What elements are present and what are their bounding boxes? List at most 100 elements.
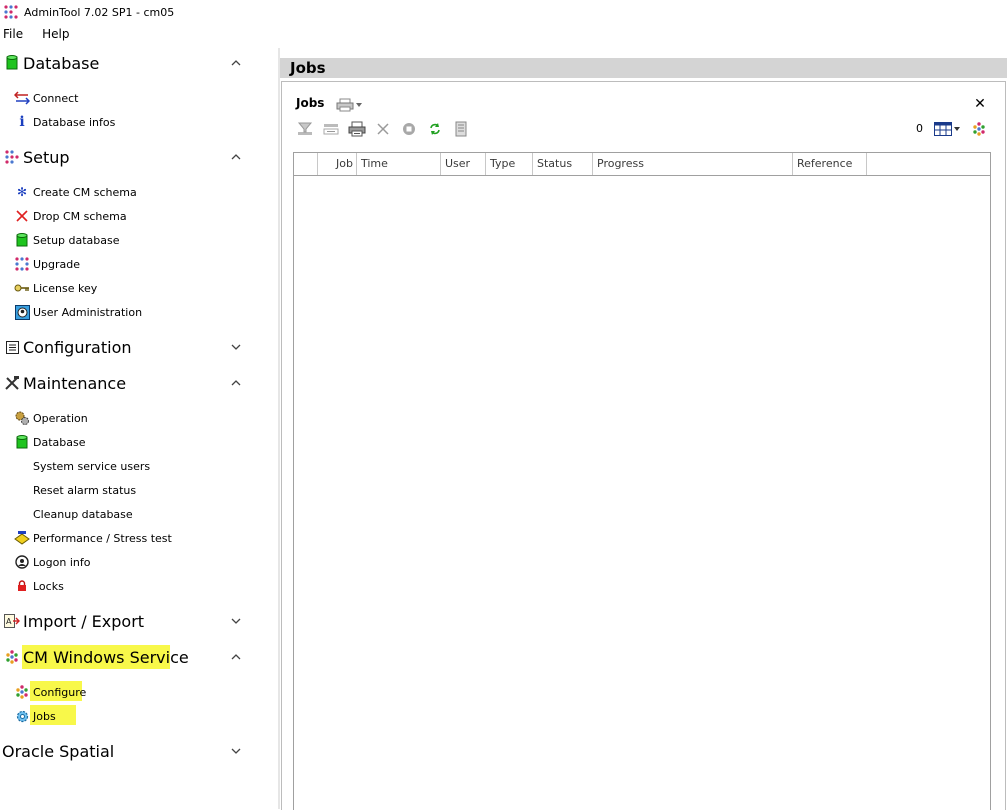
sidebar-item-reset-alarm-status[interactable]: Reset alarm status bbox=[14, 480, 136, 500]
window-title: AdminTool 7.02 SP1 - cm05 bbox=[24, 5, 175, 19]
jobs-table[interactable]: Job Time User Type Status Progress Refer… bbox=[293, 152, 991, 810]
sidebar-item-label: Locks bbox=[33, 579, 64, 593]
sidebar-item-label: Logon info bbox=[33, 555, 91, 569]
close-icon[interactable]: ✕ bbox=[973, 97, 987, 111]
sidebar-item-label: Setup database bbox=[33, 233, 120, 247]
column-header-type[interactable]: Type bbox=[486, 153, 533, 175]
blank-icon bbox=[14, 482, 30, 498]
sidebar-item-performance-stress-test[interactable]: Performance / Stress test bbox=[14, 528, 172, 548]
sidebar-item-label: Database infos bbox=[33, 115, 116, 129]
sidebar-item-connect[interactable]: Connect bbox=[14, 88, 78, 108]
configuration-list-icon bbox=[4, 339, 20, 355]
sidebar-item-license-key[interactable]: License key bbox=[14, 278, 97, 298]
sidebar-item-label: Performance / Stress test bbox=[33, 531, 172, 545]
database-cylinder-icon bbox=[14, 232, 30, 248]
sidebar-item-setup-database[interactable]: Setup database bbox=[14, 230, 120, 250]
sidebar-item-label: Reset alarm status bbox=[33, 483, 137, 497]
stop-icon bbox=[403, 123, 415, 135]
database-cylinder-icon bbox=[4, 55, 20, 71]
section-oracle-spatial[interactable]: Oracle Spatial bbox=[0, 739, 250, 763]
sidebar-item-label: User Administration bbox=[33, 305, 143, 319]
stop-button[interactable] bbox=[400, 120, 418, 138]
chevron-up-icon[interactable] bbox=[230, 57, 242, 69]
column-header-time[interactable]: Time bbox=[357, 153, 441, 175]
section-maintenance[interactable]: Maintenance bbox=[0, 371, 250, 395]
chevron-up-icon[interactable] bbox=[230, 651, 242, 663]
sidebar-item-cleanup-database[interactable]: Cleanup database bbox=[14, 504, 133, 524]
print-button[interactable] bbox=[348, 120, 366, 138]
chevron-up-icon[interactable] bbox=[230, 377, 242, 389]
column-header-reference[interactable]: Reference bbox=[793, 153, 867, 175]
gears-icon bbox=[14, 410, 30, 426]
dropdown-arrow-icon bbox=[356, 103, 362, 107]
column-header-job[interactable]: Job bbox=[318, 153, 357, 175]
red-x-icon bbox=[14, 208, 30, 224]
section-label: Database bbox=[23, 53, 100, 73]
sidebar-item-drop-cm-schema[interactable]: Drop CM schema bbox=[14, 206, 127, 226]
menu-file[interactable]: File bbox=[0, 27, 31, 41]
column-chooser-button[interactable] bbox=[934, 120, 962, 138]
connect-arrows-icon bbox=[14, 90, 30, 106]
details-icon bbox=[455, 121, 467, 137]
sidebar-item-user-administration[interactable]: User Administration bbox=[14, 302, 142, 322]
section-label: CM Windows Service bbox=[23, 647, 189, 667]
section-database[interactable]: Database bbox=[0, 51, 250, 75]
sidebar-item-label: System service users bbox=[33, 459, 151, 473]
table-header: Job Time User Type Status Progress Refer… bbox=[294, 153, 990, 176]
job-count: 0 bbox=[916, 122, 923, 135]
cpu-diamond-icon bbox=[14, 530, 30, 546]
sidebar-item-logon-info[interactable]: Logon info bbox=[14, 552, 90, 572]
chevron-down-icon[interactable] bbox=[230, 745, 242, 757]
database-cylinder-icon bbox=[14, 434, 30, 450]
refresh-icon bbox=[430, 123, 440, 135]
sidebar-item-configure[interactable]: Configure bbox=[14, 682, 86, 702]
jobs-title: Jobs bbox=[296, 96, 325, 110]
printer-icon bbox=[336, 98, 354, 112]
menu-help[interactable]: Help bbox=[31, 27, 77, 41]
cm-service-dots-icon bbox=[4, 649, 20, 665]
section-label: Oracle Spatial bbox=[2, 741, 115, 761]
section-label: Configuration bbox=[23, 337, 132, 357]
chevron-down-icon[interactable] bbox=[230, 341, 242, 353]
cm-service-dots-icon bbox=[973, 122, 985, 136]
column-header-status[interactable]: Status bbox=[533, 153, 593, 175]
section-cm-windows-service[interactable]: CM Windows Service bbox=[0, 645, 250, 669]
filter-button[interactable] bbox=[296, 120, 314, 138]
splitter[interactable] bbox=[278, 48, 280, 809]
filter-icon bbox=[297, 122, 313, 135]
details-button[interactable] bbox=[452, 120, 470, 138]
section-label: Maintenance bbox=[23, 373, 127, 393]
snowflake-icon: ✻ bbox=[16, 185, 28, 199]
section-label: Import / Export bbox=[23, 611, 145, 631]
section-setup[interactable]: Setup bbox=[0, 145, 250, 169]
sidebar-item-label: Configure bbox=[33, 685, 87, 699]
sidebar-item-label: Connect bbox=[33, 91, 79, 105]
section-configuration[interactable]: Configuration bbox=[0, 335, 250, 359]
sidebar-item-label: Operation bbox=[33, 411, 88, 425]
cancel-x-icon bbox=[377, 123, 389, 135]
sidebar-item-label: Database bbox=[33, 435, 86, 449]
columns-resize-button[interactable] bbox=[322, 120, 340, 138]
sidebar-item-create-cm-schema[interactable]: ✻ Create CM schema bbox=[14, 182, 137, 202]
chevron-up-icon[interactable] bbox=[230, 151, 242, 163]
service-config-button[interactable] bbox=[970, 120, 988, 138]
sidebar-item-jobs[interactable]: Jobs bbox=[14, 706, 56, 726]
chevron-down-icon[interactable] bbox=[230, 615, 242, 627]
title-bar: AdminTool 7.02 SP1 - cm05 bbox=[0, 0, 1007, 24]
sidebar-item-system-service-users[interactable]: System service users bbox=[14, 456, 150, 476]
sidebar-item-upgrade[interactable]: Upgrade bbox=[14, 254, 80, 274]
jobs-gear-icon bbox=[14, 708, 30, 724]
sidebar-item-maintenance-database[interactable]: Database bbox=[14, 432, 86, 452]
refresh-button[interactable] bbox=[426, 120, 444, 138]
section-label: Setup bbox=[23, 147, 70, 167]
column-header-user[interactable]: User bbox=[441, 153, 486, 175]
section-import-export[interactable]: A Import / Export bbox=[0, 609, 250, 633]
import-export-icon: A bbox=[4, 613, 20, 629]
sidebar-item-locks[interactable]: Locks bbox=[14, 576, 64, 596]
cancel-button[interactable] bbox=[374, 120, 392, 138]
sidebar-item-operation[interactable]: Operation bbox=[14, 408, 88, 428]
sidebar-item-database-infos[interactable]: i Database infos bbox=[14, 112, 115, 132]
column-header-progress[interactable]: Progress bbox=[593, 153, 793, 175]
column-header-selector[interactable] bbox=[294, 153, 318, 175]
print-dropdown-button[interactable] bbox=[336, 97, 362, 113]
